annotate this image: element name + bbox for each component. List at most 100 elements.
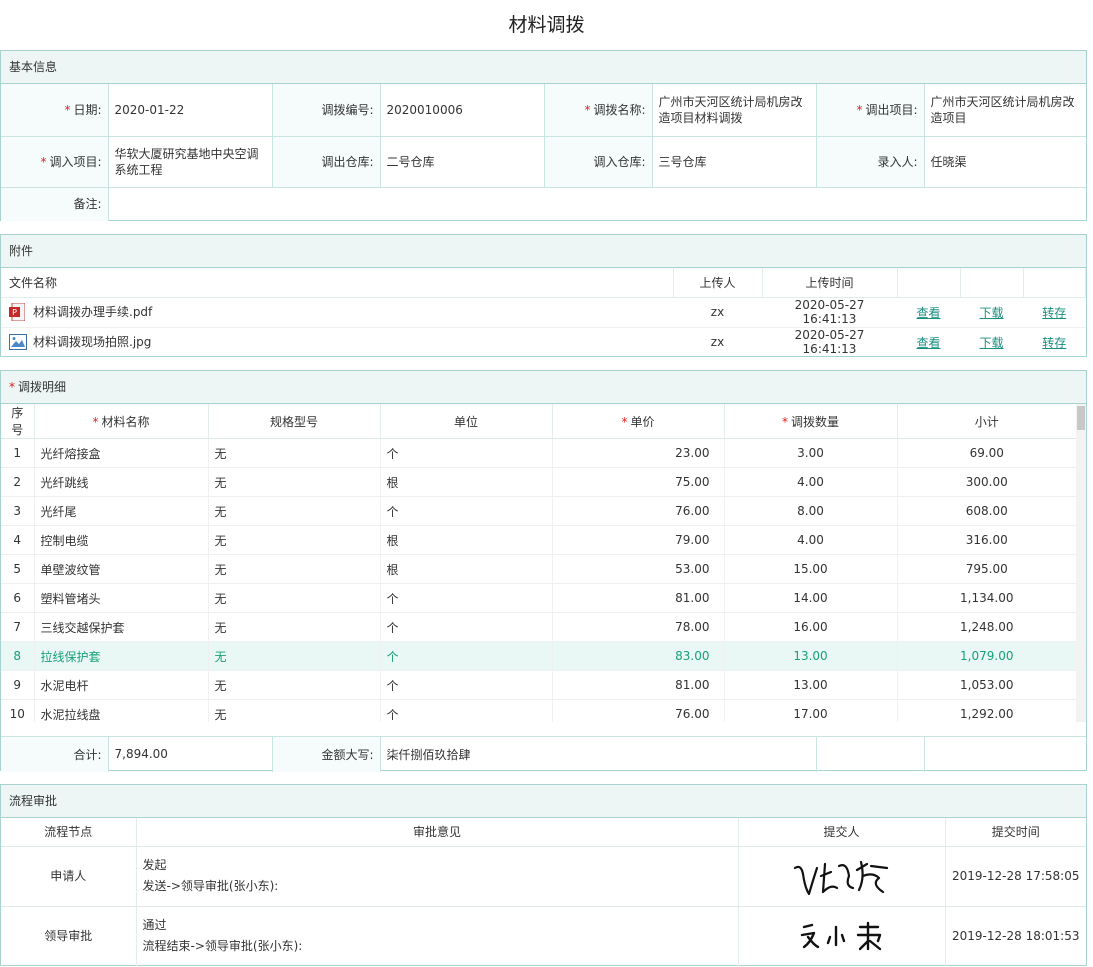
detail-grid[interactable]: 序号 * 材料名称 规格型号 单位 * 单价 * 调拨数量 小计 1 光纤熔接盒无个 23… [1,404,1086,722]
file-name: 材料调拨现场拍照.jpg [33,335,152,349]
unit: 个 [380,496,553,526]
recorder-label: 录入人: [816,136,925,188]
out-warehouse-label: 调出仓库: [272,136,381,188]
quantity: 15.00 [724,554,898,584]
transfer-link[interactable]: 转存 [1042,336,1066,350]
col-opinion: 审批意见 [136,818,739,847]
quantity: 14.00 [724,583,898,613]
material-name: 拉线保护套 [34,641,209,671]
spec: 无 [208,583,381,613]
transfer-name-field[interactable]: 广州市天河区统计局机房改造项目材料调拨 [652,84,817,137]
totals-table: 合计: 7,894.00 金额大写: 柒仟捌佰玖拾肆 [1,736,1086,772]
transfer-detail-header: * 调拨明细 [1,371,1086,404]
unit: 根 [380,554,553,584]
detail-row[interactable]: 2 光纤跳线无根 75.00 4.00 300.00 [1,467,1077,497]
price: 81.00 [552,670,725,700]
page-title: 材料调拨 [508,14,585,36]
subtotal: 608.00 [897,496,1077,526]
price: 75.00 [552,467,725,497]
col-file-name: 文件名称 [1,268,674,298]
attachment-row: P 材料调拨办理手续.pdf zx 2020-05-27 16:41:13 查看… [1,297,1086,328]
amount-cn-value: 柒仟捌佰玖拾肆 [380,736,817,772]
transfer-no-field[interactable]: 2020010006 [380,84,545,137]
detail-row[interactable]: 1 光纤熔接盒无个 23.00 3.00 69.00 [1,438,1077,468]
detail-row[interactable]: 9 水泥电杆无个 81.00 13.00 1,053.00 [1,670,1077,700]
spec: 无 [208,670,381,700]
handwritten-signature-icon [800,922,881,951]
material-name: 控制电缆 [34,525,209,555]
total-label: 合计: [1,736,109,772]
col-no: 序号 [1,404,35,439]
subtotal: 1,134.00 [897,583,1077,613]
col-submitter: 提交人 [738,818,946,847]
submit-time: 2019-12-28 17:58:05 [945,846,1086,907]
unit: 个 [380,612,553,642]
opinion-route: 流程结束->领导审批(张小东): [142,939,303,954]
date-field[interactable]: 2020-01-22 [108,84,273,137]
quantity: 17.00 [724,699,898,722]
transfer-link[interactable]: 转存 [1042,306,1066,320]
quantity: 3.00 [724,438,898,468]
col-spec: 规格型号 [208,404,381,439]
quantity: 4.00 [724,467,898,497]
detail-row[interactable]: 3 光纤尾无个 76.00 8.00 608.00 [1,496,1077,526]
detail-scrollbar[interactable] [1076,404,1086,722]
svg-text:P: P [12,308,17,317]
subtotal: 316.00 [897,525,1077,555]
in-warehouse-label: 调入仓库: [544,136,653,188]
approval-panel: 流程审批 流程节点 审批意见 提交人 提交时间 申请人 发起 发送->领导审批(… [0,784,1087,966]
view-link[interactable]: 查看 [916,336,940,350]
spec: 无 [208,554,381,584]
approval-header: 流程审批 [1,785,1086,818]
approval-row: 申请人 发起 发送->领导审批(张小东): 2019-12-28 17:58:0… [1,846,1086,907]
totals-empty-1 [816,736,925,772]
row-no: 7 [1,612,35,642]
material-name: 水泥拉线盘 [34,699,209,722]
in-project-field[interactable]: 华软大厦研究基地中央空调系统工程 [108,136,273,188]
remark-field[interactable] [108,187,1086,221]
detail-row[interactable]: 4 控制电缆无根 79.00 4.00 316.00 [1,525,1077,555]
row-no: 6 [1,583,35,613]
detail-row[interactable]: 8 拉线保护套无个 83.00 13.00 1,079.00 [1,641,1077,671]
out-warehouse-field[interactable]: 二号仓库 [380,136,545,188]
detail-row[interactable]: 5 单壁波纹管无根 53.00 15.00 795.00 [1,554,1077,584]
view-link[interactable]: 查看 [916,306,940,320]
detail-row[interactable]: 10 水泥拉线盘无个 76.00 17.00 1,292.00 [1,699,1077,722]
spec: 无 [208,438,381,468]
subtotal: 1,079.00 [897,641,1077,671]
total-value: 7,894.00 [108,736,273,772]
row-no: 9 [1,670,35,700]
transfer-no-label: 调拨编号: [272,84,381,137]
detail-row[interactable]: 6 塑料管堵头无个 81.00 14.00 1,134.00 [1,583,1077,613]
price: 78.00 [552,612,725,642]
out-project-label: * 调出项目: [816,84,925,137]
remark-label: 备注: [1,187,109,221]
upload-time: 2020-05-27 16:41:13 [762,297,897,328]
uploader: zx [710,335,725,350]
unit: 个 [380,583,553,613]
price: 81.00 [552,583,725,613]
unit: 个 [380,699,553,722]
basic-info-table: * 日期: 2020-01-22 调拨编号: 2020010006 * 调拨名称: … [1,84,1086,221]
attachment-row: 材料调拨现场拍照.jpg zx 2020-05-27 16:41:13 查看 下… [1,327,1086,357]
quantity: 4.00 [724,525,898,555]
signature-cell [738,846,946,907]
quantity: 16.00 [724,612,898,642]
detail-row[interactable]: 7 三线交越保护套无个 78.00 16.00 1,248.00 [1,612,1077,642]
subtotal: 69.00 [897,438,1077,468]
transfer-name-label: * 调拨名称: [544,84,653,137]
in-warehouse-field[interactable]: 三号仓库 [652,136,817,188]
material-name: 光纤尾 [34,496,209,526]
out-project-field[interactable]: 广州市天河区统计局机房改造项目 [924,84,1086,137]
row-no: 4 [1,525,35,555]
date-label: * 日期: [1,84,109,137]
row-no: 3 [1,496,35,526]
basic-info-header: 基本信息 [1,51,1086,84]
price: 23.00 [552,438,725,468]
recorder-field: 任晓渠 [924,136,1086,188]
quantity: 13.00 [724,641,898,671]
detail-scroll-thumb[interactable] [1077,406,1085,430]
download-link[interactable]: 下载 [979,336,1003,350]
download-link[interactable]: 下载 [979,306,1003,320]
subtotal: 1,292.00 [897,699,1077,722]
